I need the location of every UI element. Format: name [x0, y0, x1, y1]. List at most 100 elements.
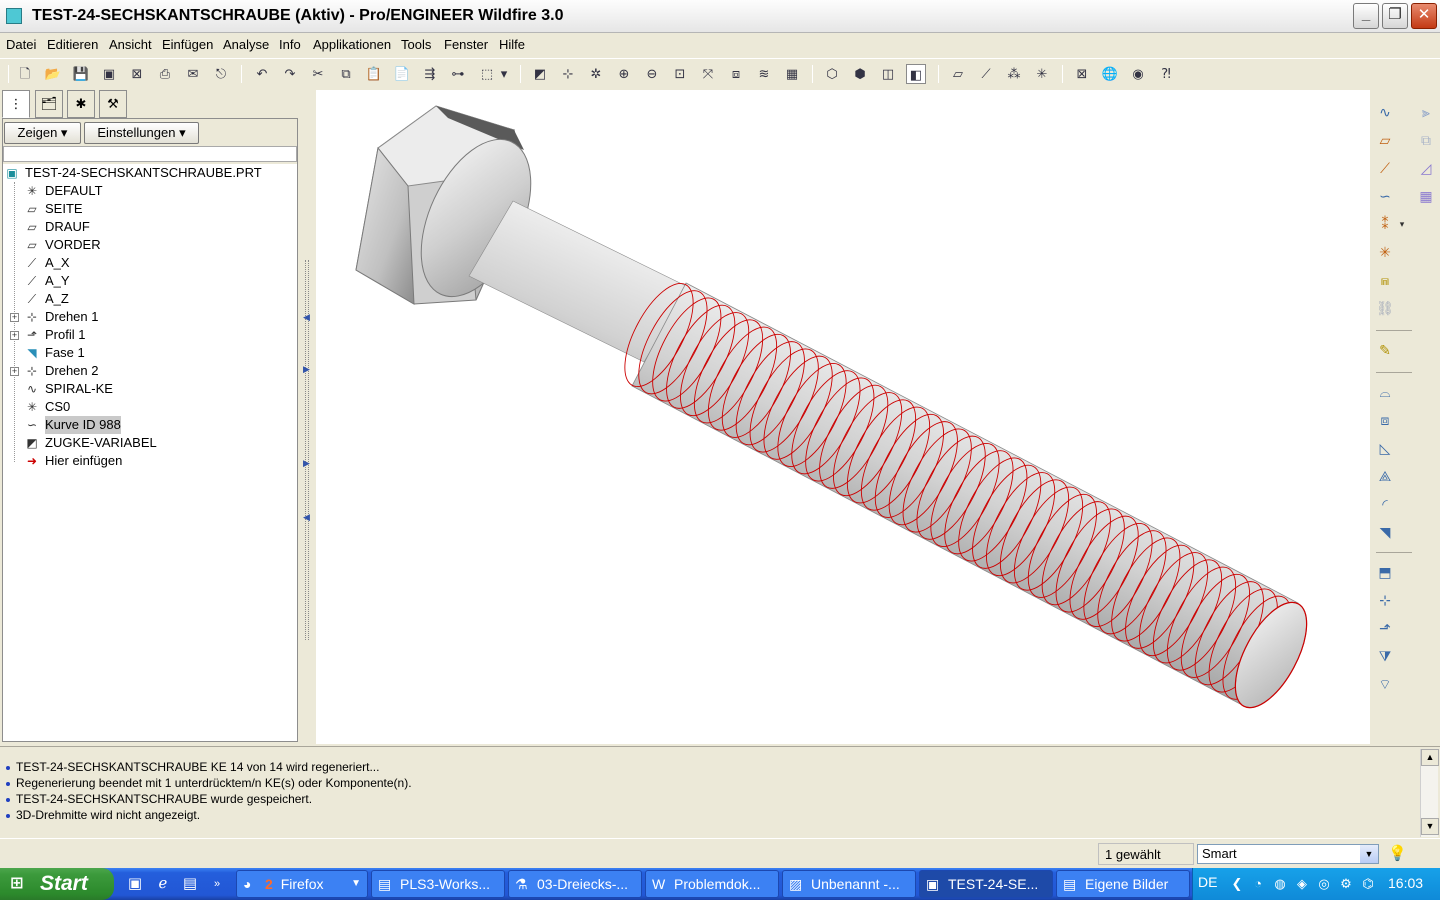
- redo-icon[interactable]: ↷: [280, 64, 300, 84]
- send-link-icon[interactable]: ⎋: [211, 64, 231, 84]
- navigator-sash[interactable]: ◀ ▶ ▶ ◀: [300, 90, 314, 746]
- analysis-tool-icon[interactable]: ⩎: [1375, 270, 1395, 290]
- scroll-down-icon[interactable]: ▼: [1421, 818, 1439, 835]
- style-icon[interactable]: ⌔: [1375, 674, 1395, 694]
- hole-icon[interactable]: ⌓: [1375, 382, 1395, 402]
- shading-icon[interactable]: ◧: [906, 64, 926, 84]
- coordinate-system-tool-icon[interactable]: ✳: [1375, 242, 1395, 262]
- tab-connections[interactable]: ⚒: [99, 90, 127, 118]
- settings-button[interactable]: Einstellungen ▾: [84, 122, 199, 144]
- hidden-line-icon[interactable]: ⬢: [850, 64, 870, 84]
- sash-collapse-icon[interactable]: ◀: [303, 512, 310, 523]
- datum-curve-tool-icon[interactable]: ∽: [1375, 186, 1395, 206]
- shell-icon[interactable]: ⧈: [1375, 410, 1395, 430]
- task-firefox[interactable]: ◕ 2 Firefox ▼: [236, 870, 368, 898]
- start-button[interactable]: ⊞ Start: [0, 868, 114, 900]
- task-proengineer[interactable]: ▣ TEST-24-SE...: [919, 870, 1053, 898]
- trim-icon[interactable]: ◿: [1416, 158, 1436, 178]
- expand-toggle[interactable]: +: [10, 367, 19, 376]
- tray-connection-icon[interactable]: ⚙: [1338, 876, 1354, 892]
- insert-link-icon[interactable]: ⛓: [1375, 298, 1395, 318]
- wireframe-icon[interactable]: ⬡: [822, 64, 842, 84]
- rib-icon[interactable]: ◺: [1375, 438, 1395, 458]
- menu-einfuegen[interactable]: Einfügen: [162, 37, 213, 52]
- spin-center-icon[interactable]: ⊹: [558, 64, 578, 84]
- paste-icon[interactable]: 📋: [364, 64, 384, 84]
- view-manager-icon[interactable]: ▦: [782, 64, 802, 84]
- tray-network-icon[interactable]: ◍: [1272, 876, 1288, 892]
- expand-toggle[interactable]: +: [10, 313, 19, 322]
- variable-sweep-tool-icon[interactable]: ⬏: [1375, 618, 1395, 638]
- sketch-icon[interactable]: ∿: [1375, 102, 1395, 122]
- save-copy-icon[interactable]: ▣: [99, 64, 119, 84]
- minimize-button[interactable]: _: [1353, 3, 1379, 29]
- close-window-icon[interactable]: ⊠: [127, 64, 147, 84]
- copy-icon[interactable]: ⧉: [336, 64, 356, 84]
- close-button[interactable]: ✕: [1411, 3, 1437, 29]
- saved-views-icon[interactable]: ⧈: [726, 64, 746, 84]
- menu-tools[interactable]: Tools: [401, 37, 431, 52]
- quicklaunch-desktop-icon[interactable]: ▣: [125, 874, 145, 894]
- menu-fenster[interactable]: Fenster: [444, 37, 488, 52]
- datum-planes-toggle-icon[interactable]: ▱: [948, 64, 968, 84]
- paste-special-icon[interactable]: 📄: [392, 64, 412, 84]
- lightbulb-icon[interactable]: 💡: [1388, 844, 1407, 862]
- task-pls3-works[interactable]: ▤ PLS3-Works...: [371, 870, 505, 898]
- draft-icon[interactable]: ⟁: [1375, 466, 1395, 486]
- blend-icon[interactable]: ⧩: [1375, 646, 1395, 666]
- show-button[interactable]: Zeigen ▾: [4, 122, 81, 144]
- quicklaunch-ie-icon[interactable]: ℯ: [153, 874, 173, 894]
- quicklaunch-more-icon[interactable]: »: [207, 874, 227, 894]
- send-mail-icon[interactable]: ✉: [183, 64, 203, 84]
- graphics-viewport[interactable]: [316, 90, 1370, 744]
- message-scrollbar[interactable]: ▲ ▼: [1420, 749, 1439, 837]
- refit-icon[interactable]: ⊡: [670, 64, 690, 84]
- datum-points-toggle-icon[interactable]: ⁂: [1004, 64, 1024, 84]
- round-icon[interactable]: ◜: [1375, 494, 1395, 514]
- menu-ansicht[interactable]: Ansicht: [109, 37, 152, 52]
- tray-expand-icon[interactable]: ❮: [1229, 876, 1245, 892]
- coordinate-systems-toggle-icon[interactable]: ✳: [1032, 64, 1052, 84]
- task-unbenannt[interactable]: ▨ Unbenannt -...: [782, 870, 916, 898]
- tab-folder-browser[interactable]: 🗂: [35, 90, 63, 118]
- reorient-icon[interactable]: ⤧: [698, 64, 718, 84]
- menu-analyse[interactable]: Analyse: [223, 37, 269, 52]
- tree-filter-field[interactable]: [3, 146, 297, 162]
- task-eigene-bilder[interactable]: ▤ Eigene Bilder: [1056, 870, 1190, 898]
- chevron-down-icon[interactable]: ▾: [1396, 214, 1408, 234]
- task-problemdok[interactable]: W Problemdok...: [645, 870, 779, 898]
- merge-icon[interactable]: ⧉: [1416, 130, 1436, 150]
- repaint-icon[interactable]: ◩: [530, 64, 550, 84]
- find-icon[interactable]: ⊶: [448, 64, 468, 84]
- tray-users-icon[interactable]: ◎: [1316, 876, 1332, 892]
- tray-clock-app-icon[interactable]: ◔: [1250, 876, 1266, 892]
- quicklaunch-explorer-icon[interactable]: ▤: [180, 874, 200, 894]
- datum-plane-tool-icon[interactable]: ▱: [1375, 130, 1395, 150]
- tray-wireless-icon[interactable]: ⌬: [1360, 876, 1376, 892]
- sash-expand-icon[interactable]: ▶: [303, 458, 310, 469]
- annotation-icon[interactable]: ✎: [1375, 340, 1395, 360]
- datum-point-tool-icon[interactable]: ⁑: [1375, 214, 1395, 234]
- revolve-tool-icon[interactable]: ⊹: [1375, 590, 1395, 610]
- zoom-in-icon[interactable]: ⊕: [614, 64, 634, 84]
- no-hidden-icon[interactable]: ◫: [878, 64, 898, 84]
- menu-editieren[interactable]: Editieren: [47, 37, 98, 52]
- menu-applikationen[interactable]: Applikationen: [313, 37, 391, 52]
- datum-axes-toggle-icon[interactable]: ⟋: [976, 64, 996, 84]
- cut-icon[interactable]: ✂: [308, 64, 328, 84]
- tray-antivirus-icon[interactable]: ◈: [1294, 876, 1310, 892]
- print-icon[interactable]: ⎙: [155, 64, 175, 84]
- tab-model-tree[interactable]: ⋮: [2, 90, 30, 118]
- browser-globe-icon[interactable]: 🌐: [1100, 64, 1120, 84]
- language-indicator[interactable]: DE: [1198, 874, 1217, 890]
- datum-axis-tool-icon[interactable]: ⟋: [1375, 158, 1395, 178]
- selection-filter-select[interactable]: Smart ▼: [1197, 844, 1379, 864]
- extrude-icon[interactable]: ⬒: [1375, 562, 1395, 582]
- chevron-down-icon[interactable]: ▾: [498, 64, 510, 84]
- sash-collapse-icon[interactable]: ◀: [303, 312, 310, 323]
- new-file-icon[interactable]: 🗋: [15, 64, 35, 84]
- connections-icon[interactable]: ◉: [1128, 64, 1148, 84]
- undo-icon[interactable]: ↶: [252, 64, 272, 84]
- maximize-button[interactable]: ❐: [1382, 3, 1408, 29]
- chamfer-tool-icon[interactable]: ◥: [1375, 522, 1395, 542]
